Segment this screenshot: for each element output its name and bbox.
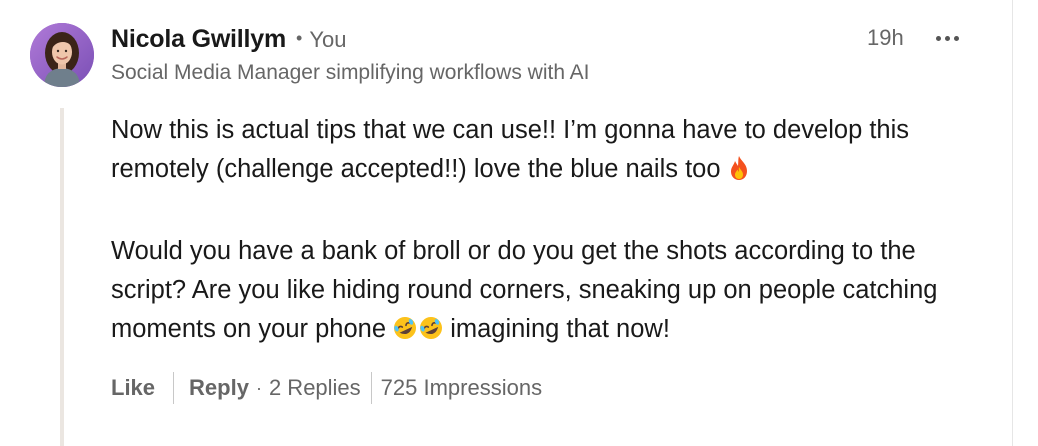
action-divider [173,372,175,404]
rolling-on-floor-laughing-emoji-icon [393,314,443,353]
ellipsis-dot [944,35,950,41]
action-separator: · [255,377,262,398]
ellipsis-dot [953,35,959,41]
profile-photo-avatar-icon [30,23,94,87]
like-button[interactable]: Like [111,375,155,401]
comment-paragraph-text-tail: imagining that now! [450,315,670,343]
comment-body: Now this is actual tips that we can use!… [111,111,991,353]
fire-emoji-icon [728,154,750,193]
comment-actions-bar: Like Reply · 2 Replies 725 Impressions [111,371,542,405]
replies-count-link[interactable]: 2 Replies [269,375,361,401]
author-headline: Social Media Manager simplifying workflo… [111,61,590,84]
comment-timestamp: 19h [867,25,904,50]
comment-paragraph-text: Now this is actual tips that we can use!… [111,116,910,183]
ellipsis-icon[interactable] [930,27,964,49]
relationship-badge: You [309,27,347,52]
reply-button[interactable]: Reply [189,375,249,401]
comment-paragraph: Now this is actual tips that we can use!… [111,111,991,193]
author-name-row: Nicola Gwillym • You [111,25,346,54]
bullet-separator: • [296,28,303,48]
author-avatar[interactable] [30,23,94,87]
comment-paragraph: Would you have a bank of broll or do you… [111,232,991,353]
reply-thread-line [60,108,64,446]
ellipsis-dot [935,35,941,41]
panel-right-border [1012,0,1013,446]
action-divider [370,372,372,404]
author-name[interactable]: Nicola Gwillym [111,25,286,54]
impressions-count[interactable]: 725 Impressions [381,375,542,401]
